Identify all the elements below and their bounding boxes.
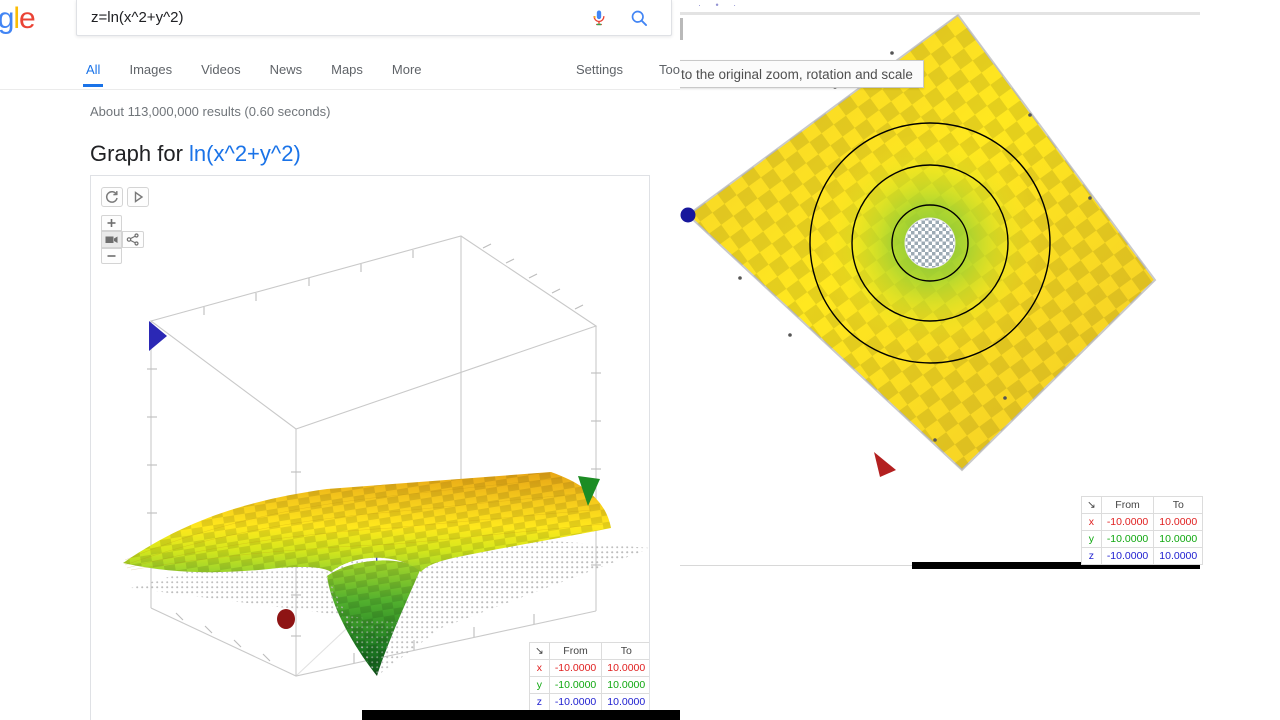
surface-plot-3d[interactable] — [91, 176, 650, 720]
column-header-to: To — [1154, 497, 1203, 514]
row-axis-y: y — [530, 677, 550, 694]
tooltip: to the original zoom, rotation and scale — [680, 60, 924, 88]
geogebra-pane: · • · — [680, 0, 1280, 720]
search-icon[interactable] — [629, 8, 649, 28]
settings-button[interactable]: Settings — [576, 45, 623, 77]
search-nav-bar: All Images Videos News Maps More Setting… — [0, 45, 680, 90]
play-button[interactable] — [127, 187, 149, 207]
table-header-row: ↘ From To — [1082, 497, 1203, 514]
column-header-from: From — [549, 643, 601, 660]
search-header: ogle z=ln(x^2+y^2) — [0, 0, 680, 45]
cell-x-from[interactable]: -10.0000 — [1101, 514, 1153, 531]
google-search-results-pane: ogle z=ln(x^2+y^2) All Imag — [0, 0, 680, 720]
column-header-to: To — [602, 643, 650, 660]
zoom-in-button[interactable] — [101, 215, 122, 231]
tab-news[interactable]: News — [270, 45, 303, 77]
search-nav-tabs: All Images Videos News Maps More — [86, 45, 451, 89]
tab-all[interactable]: All — [86, 45, 100, 77]
search-input[interactable]: z=ln(x^2+y^2) — [91, 9, 183, 26]
black-bar-bottom — [362, 710, 680, 720]
table-row[interactable]: x -10.0000 10.0000 — [530, 660, 651, 677]
search-nav-right: Settings Tools — [540, 45, 680, 89]
tooltip-text: to the original zoom, rotation and scale — [681, 67, 913, 82]
result-count: About 113,000,000 results (0.60 seconds) — [90, 104, 330, 119]
refresh-icon — [102, 188, 122, 206]
cell-x-to[interactable]: 10.0000 — [602, 660, 650, 677]
table-row[interactable]: y -10.0000 10.0000 — [530, 677, 651, 694]
tree-view-button[interactable] — [122, 231, 144, 248]
zoom-out-button[interactable] — [101, 248, 122, 264]
row-axis-y: y — [1082, 531, 1102, 548]
cell-y-from[interactable]: -10.0000 — [549, 677, 601, 694]
node-graph-icon — [123, 232, 143, 247]
cell-z-to[interactable]: 10.0000 — [602, 694, 650, 711]
cell-x-to[interactable]: 10.0000 — [1154, 514, 1203, 531]
cell-z-from[interactable]: -10.0000 — [1101, 548, 1153, 565]
replay-button[interactable] — [101, 187, 123, 207]
table-header-row: ↘ From To — [530, 643, 651, 660]
range-table-right[interactable]: ↘ From To x -10.0000 10.0000 y -10.0000 … — [1081, 496, 1203, 565]
tab-images[interactable]: Images — [129, 45, 172, 77]
minus-icon — [102, 249, 121, 263]
x-axis-marker-red[interactable] — [277, 609, 295, 629]
graph-title-prefix: Graph for — [90, 141, 189, 166]
graph-title-expression[interactable]: ln(x^2+y^2) — [189, 141, 301, 166]
screen: ogle z=ln(x^2+y^2) All Imag — [0, 0, 1280, 720]
table-corner-cell: ↘ — [530, 643, 550, 660]
tools-button[interactable]: Tools — [659, 45, 680, 77]
microphone-icon[interactable] — [589, 7, 609, 29]
pan-button[interactable] — [101, 231, 122, 248]
row-axis-z: z — [530, 694, 550, 711]
google-logo-partial[interactable]: ogle — [0, 2, 52, 36]
tab-more[interactable]: More — [392, 45, 422, 77]
y-axis-marker-blue[interactable] — [681, 208, 696, 223]
table-row[interactable]: y -10.0000 10.0000 — [1082, 531, 1203, 548]
cell-z-from[interactable]: -10.0000 — [549, 694, 601, 711]
row-axis-x: x — [530, 660, 550, 677]
tab-maps[interactable]: Maps — [331, 45, 363, 77]
page-title: Graph for ln(x^2+y^2) — [90, 141, 301, 167]
cell-y-from[interactable]: -10.0000 — [1101, 531, 1153, 548]
column-header-from: From — [1101, 497, 1153, 514]
table-row[interactable]: x -10.0000 10.0000 — [1082, 514, 1203, 531]
table-row[interactable]: z -10.0000 10.0000 — [1082, 548, 1203, 565]
video-camera-icon — [102, 232, 121, 247]
tab-videos[interactable]: Videos — [201, 45, 241, 77]
x-axis-marker-red[interactable] — [874, 452, 896, 477]
cell-y-to[interactable]: 10.0000 — [1154, 531, 1203, 548]
play-icon — [128, 188, 148, 206]
cell-y-to[interactable]: 10.0000 — [602, 677, 650, 694]
table-corner-cell: ↘ — [1082, 497, 1102, 514]
row-axis-z: z — [1082, 548, 1102, 565]
search-box[interactable]: z=ln(x^2+y^2) — [76, 0, 672, 36]
row-axis-x: x — [1082, 514, 1102, 531]
z-axis-marker-blue[interactable] — [149, 321, 167, 351]
cell-x-from[interactable]: -10.0000 — [549, 660, 601, 677]
range-table[interactable]: ↘ From To x -10.0000 10.0000 y -10.0000 … — [529, 642, 650, 711]
cell-z-to[interactable]: 10.0000 — [1154, 548, 1203, 565]
plus-icon — [102, 216, 121, 230]
table-row[interactable]: z -10.0000 10.0000 — [530, 694, 651, 711]
graph-card[interactable]: ↘ From To x -10.0000 10.0000 y -10.0000 … — [90, 175, 650, 720]
